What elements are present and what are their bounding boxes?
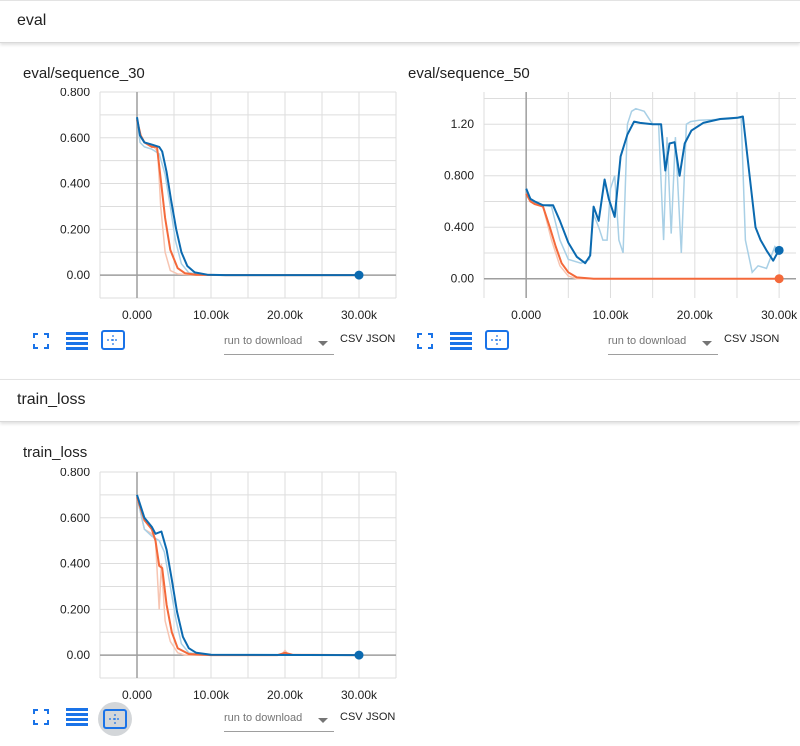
chevron-down-icon (318, 718, 328, 723)
x-tick-label: 30.00k (341, 308, 378, 320)
section-header-eval[interactable]: eval (0, 0, 800, 43)
toolbar: run to download CSV JSON (0, 700, 400, 740)
y-tick-label: 0.00 (67, 648, 91, 662)
y-tick-label: 0.00 (67, 268, 91, 282)
section-header-train-loss[interactable]: train_loss (0, 379, 800, 422)
x-tick-label: 20.00k (267, 688, 304, 700)
series-endpoint-blue (354, 650, 364, 660)
expand-icon[interactable] (98, 702, 132, 736)
x-tick-label: 0.000 (122, 308, 152, 320)
x-tick-label: 20.00k (677, 308, 714, 320)
json-link[interactable]: JSON (750, 333, 779, 345)
y-tick-label: 0.400 (60, 557, 90, 571)
json-link[interactable]: JSON (366, 711, 395, 723)
line-chart-sequence-30[interactable]: 0.00 0.200 0.400 0.600 0.800 0.000 10.00k 20.00… (0, 88, 400, 320)
x-tick-label: 10.00k (193, 688, 230, 700)
json-link[interactable]: JSON (366, 333, 395, 345)
fit-domain-icon[interactable] (26, 326, 56, 356)
chevron-down-icon (318, 341, 328, 346)
x-tick-label: 30.00k (761, 308, 798, 320)
fit-domain-icon[interactable] (26, 702, 56, 732)
expand-icon[interactable] (482, 325, 512, 355)
toolbar: run to download CSV JSON (400, 322, 800, 362)
expand-icon[interactable] (98, 325, 128, 355)
x-tick-label: 0.000 (511, 308, 541, 320)
chart-title: train_loss (23, 444, 88, 461)
y-tick-label: 0.800 (444, 169, 474, 183)
section-title: eval (17, 12, 47, 29)
x-tick-label: 20.00k (267, 308, 304, 320)
y-tick-label: 0.600 (60, 131, 90, 145)
y-tick-label: 1.20 (451, 117, 475, 131)
csv-link[interactable]: CSV (340, 711, 363, 723)
y-tick-label: 0.200 (60, 222, 90, 236)
y-tick-label: 0.00 (451, 272, 475, 286)
section-title: train_loss (17, 391, 86, 408)
line-chart-sequence-50[interactable]: 0.00 0.400 0.800 1.20 0.000 10.00k 20.00k 30.00… (400, 88, 800, 320)
y-tick-label: 0.200 (60, 602, 90, 616)
y-tick-label: 0.800 (60, 468, 90, 479)
y-tick-label: 0.600 (60, 511, 90, 525)
y-tick-label: 0.800 (60, 88, 90, 99)
toggle-log-icon[interactable] (62, 702, 92, 732)
run-download-select[interactable]: run to download (608, 332, 718, 355)
csv-link[interactable]: CSV (724, 333, 747, 345)
x-tick-label: 30.00k (341, 688, 378, 700)
toggle-log-icon[interactable] (446, 326, 476, 356)
x-tick-label: 10.00k (193, 308, 230, 320)
series-endpoint-blue (354, 270, 364, 280)
y-tick-label: 0.400 (60, 177, 90, 191)
x-tick-label: 0.000 (122, 688, 152, 700)
run-download-select[interactable]: run to download (224, 332, 334, 355)
chart-title: eval/sequence_30 (23, 65, 145, 82)
toggle-log-icon[interactable] (62, 326, 92, 356)
run-download-select[interactable]: run to download (224, 709, 334, 732)
csv-link[interactable]: CSV (340, 333, 363, 345)
line-chart-train-loss[interactable]: 0.00 0.200 0.400 0.600 0.800 0.000 10.00k 20.00… (0, 468, 400, 700)
series-endpoint-orange (774, 274, 784, 284)
series-endpoint-blue (774, 245, 784, 255)
toolbar: run to download CSV JSON (0, 322, 400, 362)
chart-title: eval/sequence_50 (408, 65, 530, 82)
y-tick-label: 0.400 (444, 220, 474, 234)
chevron-down-icon (702, 341, 712, 346)
x-tick-label: 10.00k (592, 308, 629, 320)
fit-domain-icon[interactable] (410, 326, 440, 356)
